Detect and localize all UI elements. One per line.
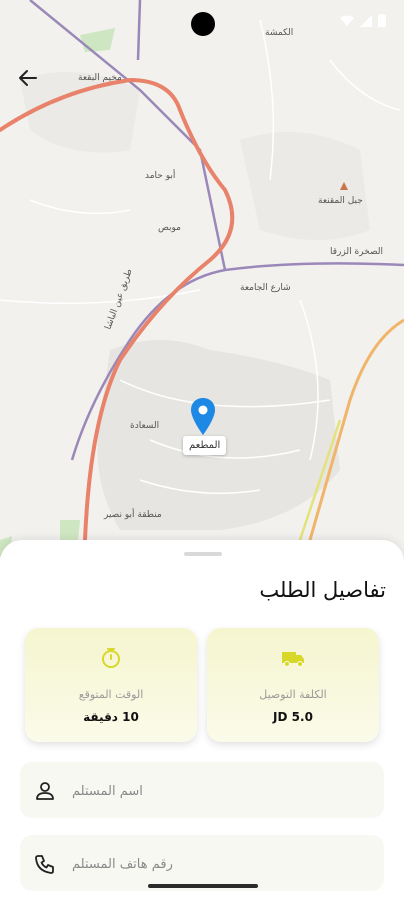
arrow-back-icon xyxy=(19,70,37,86)
home-indicator xyxy=(148,884,258,888)
pin-label: المطعم xyxy=(183,436,227,455)
person-icon xyxy=(36,782,54,800)
order-details-sheet: تفاصيل الطلب الوقت المتوقع 10 دقيقة الكل… xyxy=(0,540,404,900)
map-view[interactable]: الكمشة مخيم البقعة أبو حامد موبص جبل الم… xyxy=(0,0,404,560)
sheet-title: تفاصيل الطلب xyxy=(259,578,386,602)
map-label-jamia-road: شارع الجامعة xyxy=(240,283,291,293)
status-icons xyxy=(340,14,386,27)
map-label-baqaa: مخيم البقعة xyxy=(78,73,122,83)
map-label-abu-nusair: منطقة أبو نصير xyxy=(103,508,162,520)
phone-icon xyxy=(35,855,54,874)
map-label-abu-hamed: أبو حامد xyxy=(145,169,175,181)
signal-icon xyxy=(360,14,372,27)
expected-time-card: الوقت المتوقع 10 دقيقة xyxy=(25,628,197,742)
recipient-name-field[interactable] xyxy=(20,762,384,818)
map-label-jabal: جبل المقنعة xyxy=(318,196,363,206)
camera-cutout xyxy=(191,12,215,36)
map-label-saada: السعادة xyxy=(130,421,159,431)
map-label-kamsha: الكمشة xyxy=(265,28,293,38)
map-pin-icon[interactable] xyxy=(190,397,216,437)
expected-time-value: 10 دقيقة xyxy=(83,710,139,724)
recipient-phone-input[interactable] xyxy=(70,849,374,879)
recipient-name-input[interactable] xyxy=(70,776,374,806)
expected-time-label: الوقت المتوقع xyxy=(78,688,144,701)
map-label-zarqa: الصخرة الزرقا xyxy=(330,247,383,257)
truck-icon xyxy=(282,652,304,667)
delivery-cost-card: الكلفة التوصيل 5.0 JD xyxy=(207,628,379,742)
battery-icon xyxy=(378,14,386,27)
wifi-icon xyxy=(340,15,354,26)
back-button[interactable] xyxy=(14,64,42,92)
map-label-muwais: موبص xyxy=(158,223,181,233)
recipient-phone-field[interactable] xyxy=(20,835,384,891)
sheet-drag-handle[interactable] xyxy=(184,552,222,556)
delivery-cost-value: 5.0 JD xyxy=(273,710,313,724)
timer-icon xyxy=(102,648,120,668)
delivery-cost-label: الكلفة التوصيل xyxy=(259,688,327,701)
